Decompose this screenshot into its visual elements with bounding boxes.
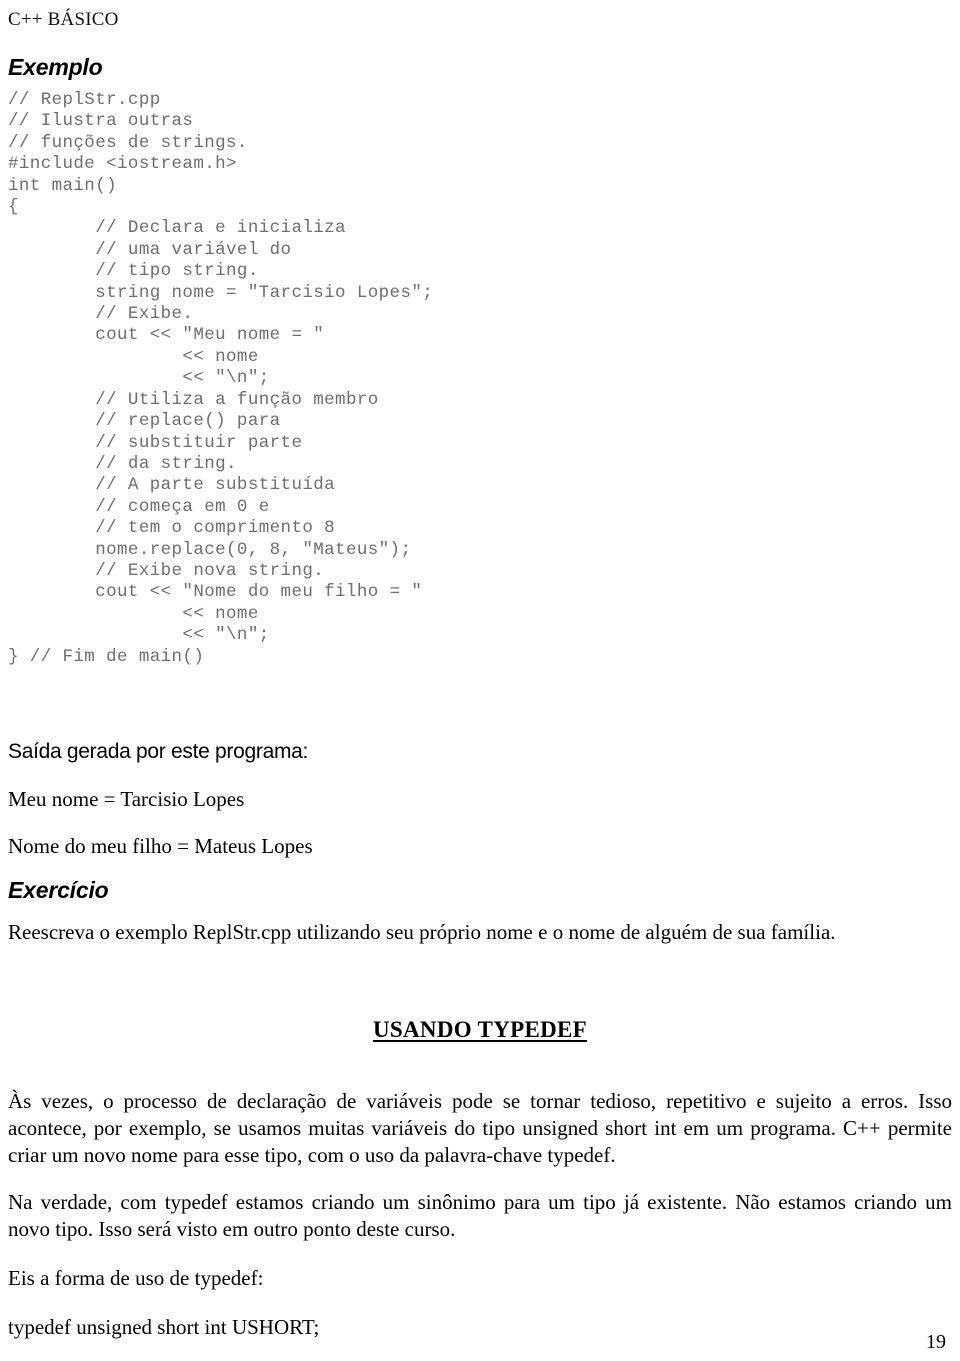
code-line: // Utiliza a função membro (8, 389, 379, 410)
code-line: << nome (8, 346, 259, 367)
code-line: // Declara e inicializa (8, 218, 346, 239)
program-output-line-2: Nome do meu filho = Mateus Lopes (8, 833, 313, 858)
section-title-usando-typedef: USANDO TYPEDEF (8, 1016, 952, 1044)
code-line: << "\n"; (8, 625, 270, 646)
typedef-paragraph-2: Na verdade, com typedef estamos criando … (8, 1189, 952, 1241)
typedef-paragraph-3: Eis a forma de uso de typedef: (8, 1265, 264, 1290)
section-title-usando-typedef-label: USANDO TYPEDEF (373, 1016, 587, 1042)
document-page: C++ BÁSICO Exemplo // ReplStr.cpp// Ilus… (0, 8, 960, 1361)
code-line: // Exibe. (8, 304, 194, 325)
section-heading-exemplo: Exemplo (8, 54, 103, 80)
code-line: // Ilustra outras (8, 111, 194, 132)
code-line: // começa em 0 e (8, 496, 270, 517)
code-line: cout << "Nome do meu filho = " (8, 582, 423, 603)
code-line: int main() (8, 175, 118, 196)
code-line: // Exibe nova string. (8, 560, 325, 581)
code-line: << nome (8, 603, 259, 624)
code-line: // da string. (8, 453, 237, 474)
code-line: // substituir parte (8, 432, 303, 453)
code-line: string nome = "Tarcisio Lopes"; (8, 282, 434, 303)
code-line: // uma variável do (8, 239, 292, 260)
running-header: C++ BÁSICO (8, 9, 119, 30)
page-number: 19 (926, 1331, 946, 1353)
section-heading-saida: Saída gerada por este programa: (8, 739, 309, 763)
code-line: { (8, 197, 19, 218)
section-heading-exercicio: Exercício (8, 876, 109, 903)
code-line: // tem o comprimento 8 (8, 518, 336, 539)
exercise-text: Reescreva o exemplo ReplStr.cpp utilizan… (8, 919, 836, 944)
code-line: } // Fim de main() (8, 646, 205, 667)
code-line: // funções de strings. (8, 132, 248, 153)
code-line: cout << "Meu nome = " (8, 325, 325, 346)
code-line: // A parte substituída (8, 475, 336, 496)
program-output-line-1: Meu nome = Tarcisio Lopes (8, 786, 245, 811)
code-line: // ReplStr.cpp (8, 90, 161, 110)
code-line: nome.replace(0, 8, "Mateus"); (8, 539, 412, 560)
code-line: // tipo string. (8, 261, 259, 282)
typedef-paragraph-1: Às vezes, o processo de declaração de va… (8, 1088, 952, 1167)
code-line: #include <iostream.h> (8, 154, 237, 175)
code-line: << "\n"; (8, 368, 270, 389)
code-block-replstr: // ReplStr.cpp// Ilustra outras// funçõe… (8, 90, 952, 668)
code-line: // replace() para (8, 411, 281, 432)
typedef-code-sample: typedef unsigned short int USHORT; (8, 1314, 320, 1339)
